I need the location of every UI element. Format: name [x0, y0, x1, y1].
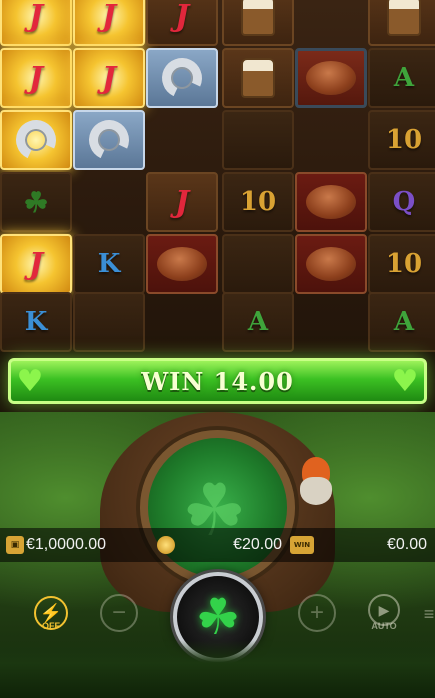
- reel-tile: J: [0, 234, 72, 294]
- reel-tile: [0, 110, 72, 170]
- grass-foreground: [0, 640, 435, 698]
- autoplay-label: AUTO: [371, 621, 397, 631]
- wallet-icon: ▣: [6, 536, 24, 554]
- symbol-a: A: [393, 63, 415, 93]
- horseshoe-icon: [10, 114, 62, 166]
- plus-icon: +: [309, 599, 324, 626]
- symbol-j: J: [174, 0, 190, 34]
- reel-tile: [295, 48, 367, 108]
- info-bar: ▣ €1,0000.00 €20.00 WIN €0.00: [0, 528, 435, 562]
- balance-display[interactable]: ▣ €1,0000.00: [0, 528, 145, 562]
- beer-mug-icon: [241, 0, 275, 36]
- symbol-10: 10: [385, 125, 423, 155]
- decrease-bet-button[interactable]: −: [100, 594, 138, 632]
- menu-icon: ≡: [423, 604, 435, 624]
- reel-tile: [295, 172, 367, 232]
- win-banner-area: ♥ WIN 14.00 ♥: [0, 352, 435, 412]
- reel-tile: [73, 110, 145, 170]
- reel-tile: J: [73, 0, 145, 46]
- heart-icon: ♥: [391, 364, 419, 399]
- bread-icon: [306, 247, 356, 281]
- clover-icon: ☘: [23, 185, 49, 219]
- reel-tile: [222, 110, 294, 170]
- reel-tile: [222, 0, 294, 46]
- reel-tile: J: [146, 172, 218, 232]
- bet-display[interactable]: €20.00: [145, 528, 290, 562]
- menu-button[interactable]: ≡: [423, 602, 435, 626]
- balance-value: €1,0000.00: [26, 536, 107, 553]
- reel-tile: [295, 234, 367, 294]
- leprechaun-character: [296, 457, 336, 509]
- turbo-label: OFF: [42, 621, 60, 631]
- symbol-j: J: [28, 246, 44, 282]
- reel-tile: 10: [222, 172, 294, 232]
- clover-icon: ☘: [195, 589, 241, 645]
- symbol-q: Q: [392, 187, 416, 217]
- reel-tile: 10: [368, 110, 435, 170]
- bread-icon: [306, 61, 356, 95]
- reel-tile: [222, 234, 294, 294]
- symbol-k: K: [97, 249, 121, 279]
- reel-tile: J: [0, 48, 72, 108]
- symbol-j: J: [101, 60, 117, 96]
- win-display: WIN €0.00: [290, 528, 435, 562]
- symbol-10: 10: [385, 249, 423, 279]
- bread-icon: [157, 247, 207, 281]
- reel-tile: [146, 234, 218, 294]
- bread-icon: [306, 185, 356, 219]
- bet-value: €20.00: [233, 536, 282, 553]
- reel-tile: [146, 48, 218, 108]
- win-value: €0.00: [386, 536, 427, 553]
- symbol-k: K: [24, 307, 48, 337]
- win-icon: WIN: [290, 536, 314, 554]
- reel-tile: [73, 292, 145, 352]
- reel-tile: ☘: [0, 172, 72, 232]
- reel-tile: J: [0, 0, 72, 46]
- reel-tile: [368, 0, 435, 46]
- beer-mug-icon: [241, 58, 275, 98]
- reel-tile: A: [368, 292, 435, 352]
- symbol-j: J: [174, 184, 190, 220]
- minus-icon: −: [111, 599, 126, 626]
- symbol-a: A: [393, 307, 415, 337]
- reel-tile: K: [0, 292, 72, 352]
- play-icon: ▶: [378, 601, 390, 618]
- reel-tile: J: [73, 48, 145, 108]
- reel-tile: [222, 48, 294, 108]
- reel-tile: A: [368, 48, 435, 108]
- win-amount-text: WIN 14.00: [141, 366, 294, 396]
- reel-tile: A: [222, 292, 294, 352]
- horseshoe-icon: [83, 114, 135, 166]
- reel-tile: Q: [368, 172, 435, 232]
- coins-icon: [157, 536, 175, 554]
- symbol-j: J: [101, 0, 117, 34]
- increase-bet-button[interactable]: +: [298, 594, 336, 632]
- win-banner: ♥ WIN 14.00 ♥: [8, 358, 427, 404]
- heart-icon: ♥: [16, 364, 44, 399]
- beer-mug-icon: [387, 0, 421, 36]
- horseshoe-icon: [156, 52, 208, 104]
- symbol-a: A: [247, 307, 269, 337]
- reel-tile: K: [73, 234, 145, 294]
- reel-tile: J: [146, 0, 218, 46]
- symbol-10: 10: [239, 187, 277, 217]
- symbol-j: J: [28, 0, 44, 34]
- reel-grid: J J J J J A 10 ☘ J 10 Q J K 10 K A A: [0, 0, 435, 352]
- symbol-j: J: [28, 60, 44, 96]
- reel-tile: 10: [368, 234, 435, 294]
